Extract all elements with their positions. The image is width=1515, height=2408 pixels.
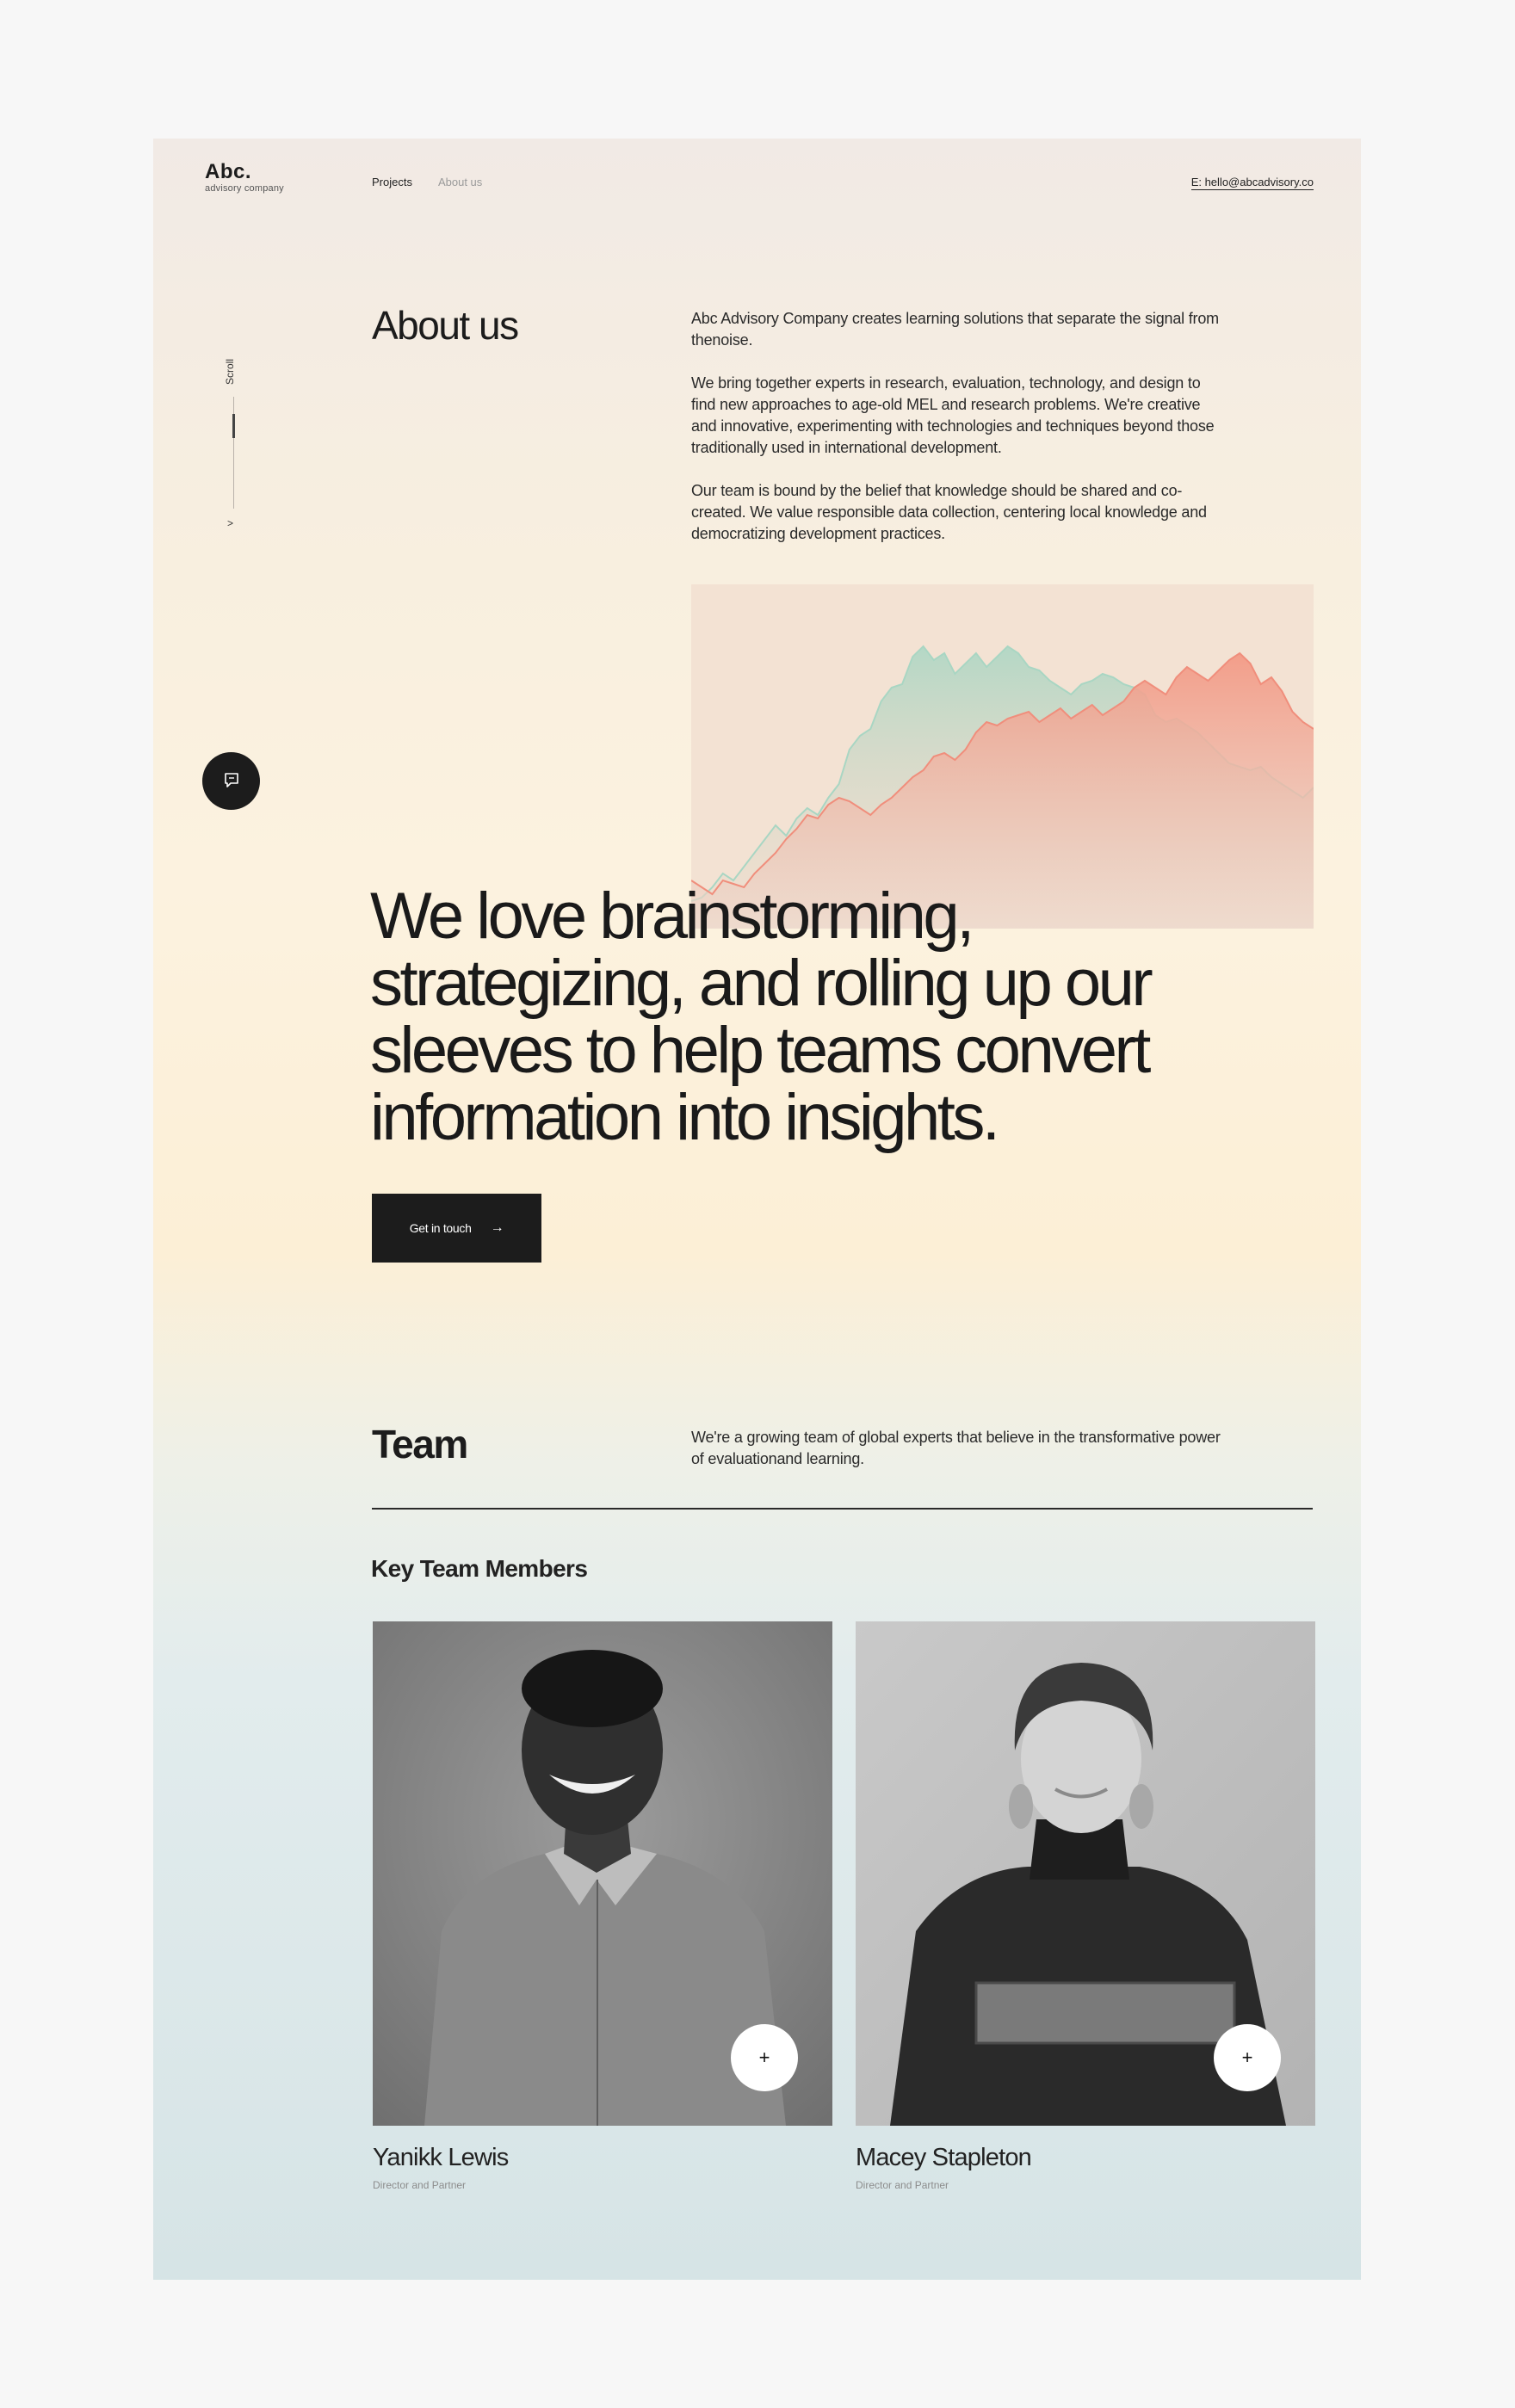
key-team-title: Key Team Members xyxy=(371,1555,588,1582)
member-photo: + xyxy=(856,1621,1315,2126)
team-member-card[interactable]: + Yanikk Lewis Director and Partner xyxy=(373,1621,832,2191)
nav-link-projects[interactable]: Projects xyxy=(372,176,412,188)
team-title: Team xyxy=(372,1422,468,1466)
member-photo: + xyxy=(373,1621,832,2126)
logo-mark: Abc. xyxy=(205,160,252,183)
arrow-right-icon: → xyxy=(490,1220,504,1235)
about-title: About us xyxy=(372,303,519,348)
hero-headline: We love brainstorming, strategizing, and… xyxy=(370,880,1153,1154)
logo[interactable]: Abc. advisory company xyxy=(205,162,284,194)
member-role: Director and Partner xyxy=(373,2179,467,2191)
scroll-indicator[interactable]: Scroll > xyxy=(222,354,246,560)
main-nav: Projects About us xyxy=(372,176,482,188)
page-frame: Abc. advisory company Projects About us … xyxy=(153,139,1361,2280)
chat-bubble-icon xyxy=(224,772,238,787)
team-divider xyxy=(372,1508,1313,1510)
chat-button[interactable] xyxy=(202,752,260,810)
about-paragraph: Our team is bound by the belief that kno… xyxy=(691,482,1207,542)
area-chart xyxy=(691,584,1314,929)
expand-member-button[interactable]: + xyxy=(731,2024,798,2091)
logo-subtitle: advisory company xyxy=(205,183,284,194)
about-paragraph: We bring together experts in research, e… xyxy=(691,374,1215,456)
scroll-arrow-icon: > xyxy=(227,517,234,529)
member-role: Director and Partner xyxy=(856,2179,949,2191)
about-paragraph: Abc Advisory Company creates learning so… xyxy=(691,310,1219,349)
team-member-card[interactable]: + Macey Stapleton Director and Partner xyxy=(856,1621,1315,2191)
team-description: We're a growing team of global experts t… xyxy=(691,1429,1221,1467)
scroll-label-wrap: Scroll xyxy=(222,354,246,388)
cta-label: Get in touch xyxy=(409,1221,472,1235)
scroll-thumb[interactable] xyxy=(232,414,235,438)
member-name: Macey Stapleton xyxy=(856,2144,1032,2171)
contact-email-link[interactable]: E: hello@abcadvisory.co xyxy=(1190,176,1314,190)
member-name: Yanikk Lewis xyxy=(373,2144,509,2171)
expand-member-button[interactable]: + xyxy=(1214,2024,1281,2091)
get-in-touch-button[interactable]: Get in touch → xyxy=(372,1194,541,1263)
scroll-label: Scroll xyxy=(224,358,237,386)
nav-link-about[interactable]: About us xyxy=(438,176,482,188)
about-description: Abc Advisory Company creates learning so… xyxy=(691,308,1225,566)
